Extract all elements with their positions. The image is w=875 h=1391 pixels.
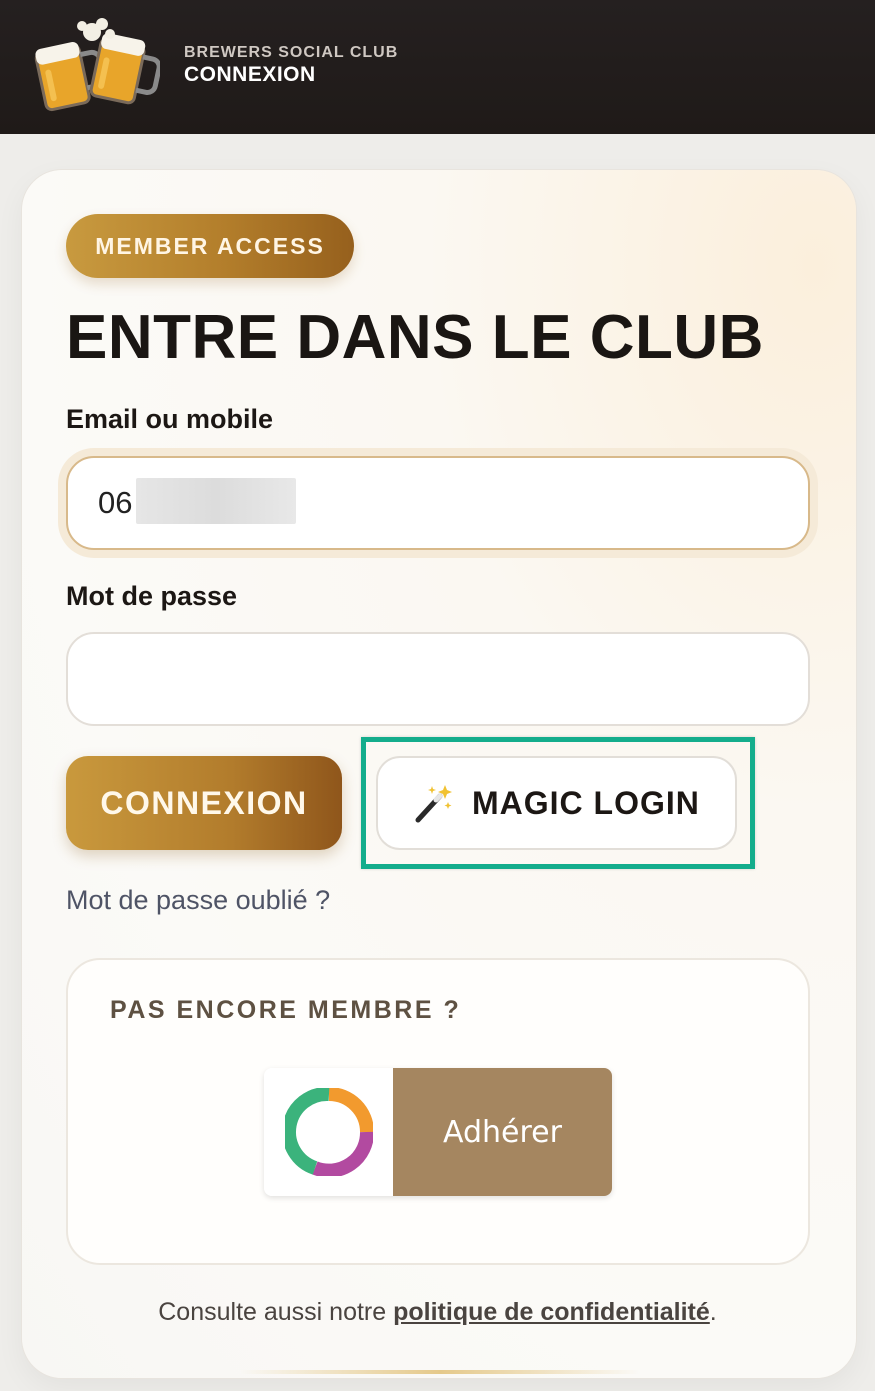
privacy-policy-link[interactable]: politique de confidentialité <box>393 1298 710 1326</box>
join-label: Adhérer <box>393 1068 612 1196</box>
magic-wand-icon <box>415 785 452 823</box>
join-logo <box>264 1068 393 1196</box>
footer-suffix: . <box>709 1298 717 1326</box>
connexion-button[interactable]: CONNEXION <box>66 756 342 850</box>
page-title: CONNEXION <box>184 63 316 86</box>
privacy-footer: Consulte aussi notre politique de confid… <box>0 1298 875 1327</box>
join-button[interactable]: Adhérer <box>264 1068 612 1196</box>
forgot-password-link[interactable]: Mot de passe oublié ? <box>66 885 330 916</box>
member-access-badge: MEMBER ACCESS <box>66 214 354 278</box>
beer-mugs-icon <box>34 18 160 112</box>
email-value: 06 <box>98 485 133 520</box>
footer-prefix: Consulte aussi notre <box>158 1298 394 1326</box>
club-name: BREWERS SOCIAL CLUB <box>184 44 399 61</box>
app-header: BREWERS SOCIAL CLUB CONNEXION <box>0 0 875 134</box>
signup-title: PAS ENCORE MEMBRE ? <box>110 996 462 1024</box>
password-label: Mot de passe <box>66 581 238 611</box>
card-accent-line <box>240 1370 640 1374</box>
magic-login-button[interactable]: MAGIC LOGIN <box>376 756 737 850</box>
email-label: Email ou mobile <box>66 404 274 434</box>
helloasso-logo-icon <box>284 1088 373 1176</box>
login-title: ENTRE DANS LE CLUB <box>66 303 764 372</box>
password-field[interactable] <box>66 632 810 726</box>
magic-login-label: MAGIC LOGIN <box>472 784 700 821</box>
redacted-blur <box>136 478 296 524</box>
